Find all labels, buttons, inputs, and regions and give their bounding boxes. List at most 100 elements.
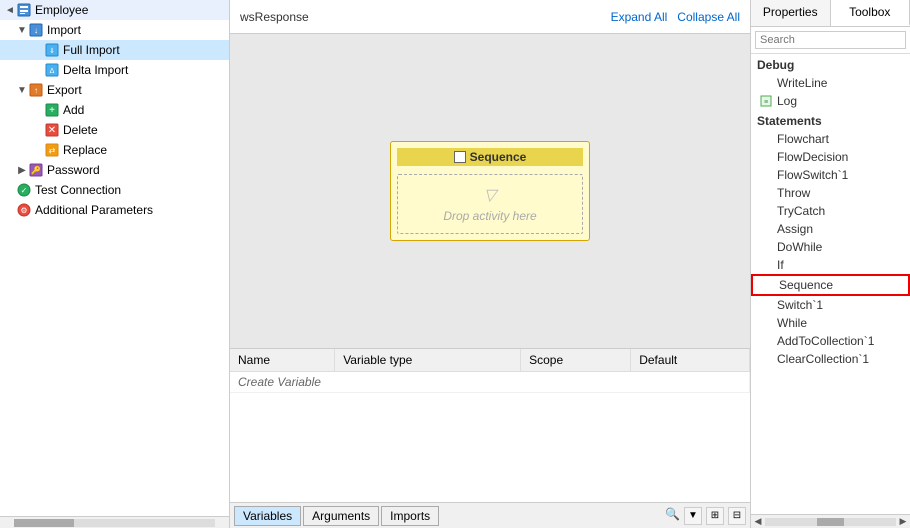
replace-icon: ⇄ [44, 142, 60, 158]
toolbox-label-assign: Assign [777, 222, 813, 236]
toolbox-item-while[interactable]: While [751, 314, 910, 332]
sidebar-item-employee[interactable]: ◄ Employee [0, 0, 229, 20]
sequence-label: Sequence [470, 150, 527, 164]
debug-section-header: Debug [751, 54, 910, 74]
scroll-right-arrow[interactable]: ▶ [896, 515, 910, 528]
if-icon [759, 258, 773, 272]
toolbox-item-writeline[interactable]: WriteLine [751, 74, 910, 92]
switch-icon [759, 298, 773, 312]
toolbox-label-addtocollection: AddToCollection`1 [777, 334, 874, 348]
sidebar-item-full-import[interactable]: ⇓ Full Import [0, 40, 229, 60]
toolbox-item-assign[interactable]: Assign [751, 220, 910, 238]
sidebar-label-additional-params: Additional Parameters [35, 203, 153, 217]
svg-text:⚙: ⚙ [20, 206, 27, 215]
toolbox-item-clearcollection[interactable]: ClearCollection`1 [751, 350, 910, 368]
svg-text:Δ: Δ [50, 68, 55, 75]
toolbox-item-throw[interactable]: Throw [751, 184, 910, 202]
sidebar-item-delete[interactable]: ✕ Delete [0, 120, 229, 140]
sidebar-item-test-connection[interactable]: ✓ Test Connection [0, 180, 229, 200]
collapse-vars-icon[interactable]: ▼ [684, 507, 702, 525]
variables-panel: Name Variable type Scope Default Create … [230, 348, 750, 528]
sidebar-label-import: Import [47, 23, 81, 37]
col-scope: Scope [521, 349, 631, 372]
sequence-title: Sequence [397, 148, 583, 166]
test-connection-icon: ✓ [16, 182, 32, 198]
col-variable-type: Variable type [335, 349, 521, 372]
toolbox-item-flowchart[interactable]: Flowchart [751, 130, 910, 148]
sidebar-label-full-import: Full Import [63, 43, 120, 57]
toolbox-item-switch[interactable]: Switch`1 [751, 296, 910, 314]
sidebar-item-replace[interactable]: ⇄ Replace [0, 140, 229, 160]
employee-icon [16, 2, 32, 18]
clearcollection-icon [759, 352, 773, 366]
variables-tab[interactable]: Variables [234, 506, 301, 526]
toolbox-item-sequence[interactable]: Sequence [751, 274, 910, 296]
toolbox-label-flowdecision: FlowDecision [777, 150, 848, 164]
statements-section-header: Statements [751, 110, 910, 130]
svg-text:⇓: ⇓ [49, 47, 55, 55]
sidebar-item-add[interactable]: + Add [0, 100, 229, 120]
scroll-track[interactable] [765, 518, 896, 526]
search-vars-icon[interactable]: 🔍 [665, 507, 680, 525]
create-variable-row[interactable]: Create Variable [230, 372, 750, 393]
toolbox-item-trycatch[interactable]: TryCatch [751, 202, 910, 220]
toolbox-item-dowhile[interactable]: DoWhile [751, 238, 910, 256]
svg-text:⇄: ⇄ [49, 146, 56, 155]
sidebar-item-additional-params[interactable]: ⚙ Additional Parameters [0, 200, 229, 220]
sidebar-item-export[interactable]: ▼ ↑ Export [0, 80, 229, 100]
toolbox-search-input[interactable] [755, 31, 906, 49]
toolbox-label-if: If [777, 258, 784, 272]
sidebar-scroll[interactable] [0, 516, 229, 528]
toolbox-label-log: Log [777, 94, 797, 108]
svg-text:✕: ✕ [48, 125, 56, 136]
properties-tab[interactable]: Properties [751, 0, 831, 26]
sequence-drop-area[interactable]: ▽ Drop activity here [397, 174, 583, 234]
toolbox-label-clearcollection: ClearCollection`1 [777, 352, 869, 366]
while-icon [759, 316, 773, 330]
toolbox-item-flowdecision[interactable]: FlowDecision [751, 148, 910, 166]
scroll-left-arrow[interactable]: ◀ [751, 515, 765, 528]
designer-canvas[interactable]: Sequence ▽ Drop activity here [230, 34, 750, 348]
toolbox-tab[interactable]: Toolbox [831, 0, 910, 26]
full-import-icon: ⇓ [44, 42, 60, 58]
expand-all-button[interactable]: Expand All [611, 10, 668, 24]
throw-icon [759, 186, 773, 200]
toolbox-item-log[interactable]: ≡ Log [751, 92, 910, 110]
arguments-tab[interactable]: Arguments [303, 506, 379, 526]
expander-import-icon: ▼ [16, 25, 28, 36]
designer-header: wsResponse Expand All Collapse All [230, 0, 750, 34]
log-icon: ≡ [759, 94, 773, 108]
toolbox-scroll-bar[interactable]: ◀ ▶ [751, 514, 910, 528]
svg-text:↑: ↑ [34, 86, 38, 95]
svg-text:🔑: 🔑 [31, 165, 41, 175]
toolbox-list: Debug WriteLine ≡ Log Statements Flowcha… [751, 54, 910, 514]
toolbox-search-container [751, 27, 910, 54]
expand-vars-icon[interactable]: ⊞ [706, 507, 724, 525]
toolbox-label-sequence: Sequence [779, 278, 833, 292]
import-icon: ↓ [28, 22, 44, 38]
sequence-box: Sequence ▽ Drop activity here [390, 141, 590, 241]
svg-text:✓: ✓ [21, 186, 28, 195]
trycatch-icon [759, 204, 773, 218]
flowdecision-icon [759, 150, 773, 164]
sidebar: ◄ Employee ▼ ↓ Import ⇓ Full Import [0, 0, 230, 528]
toolbox-label-switch: Switch`1 [777, 298, 823, 312]
collapse-all-button[interactable]: Collapse All [677, 10, 740, 24]
assign-icon [759, 222, 773, 236]
sidebar-item-delta-import[interactable]: Δ Delta Import [0, 60, 229, 80]
expander-export-icon: ▼ [16, 85, 28, 96]
scroll-thumb [817, 518, 843, 526]
vars-footer-right: 🔍 ▼ ⊞ ⊟ [665, 507, 746, 525]
sidebar-item-import[interactable]: ▼ ↓ Import [0, 20, 229, 40]
toolbox-item-flowswitch[interactable]: FlowSwitch`1 [751, 166, 910, 184]
sidebar-label-add: Add [63, 103, 84, 117]
drop-triangle-icon: ▽ [484, 185, 496, 205]
add-icon: + [44, 102, 60, 118]
addtocollection-icon [759, 334, 773, 348]
imports-tab[interactable]: Imports [381, 506, 439, 526]
toolbox-label-throw: Throw [777, 186, 810, 200]
detach-vars-icon[interactable]: ⊟ [728, 507, 746, 525]
toolbox-item-addtocollection[interactable]: AddToCollection`1 [751, 332, 910, 350]
sidebar-item-password[interactable]: ▶ 🔑 Password [0, 160, 229, 180]
toolbox-item-if[interactable]: If [751, 256, 910, 274]
